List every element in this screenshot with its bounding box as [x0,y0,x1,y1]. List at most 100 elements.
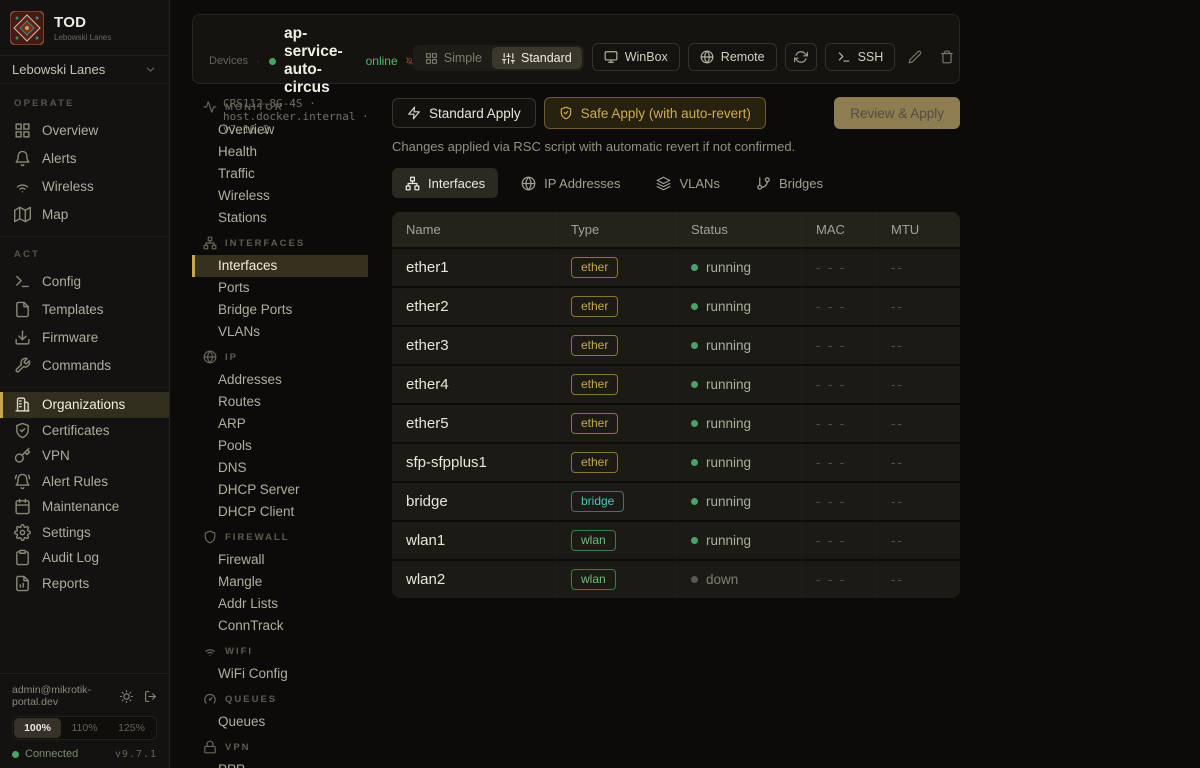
sidebar-item-firmware[interactable]: Firmware [0,323,169,351]
table-header-row: NameTypeStatusMACMTU [392,212,960,247]
sidebar-item-overview[interactable]: Overview [0,116,169,144]
standard-apply-label: Standard Apply [429,106,521,121]
tab-bridges[interactable]: Bridges [743,168,836,198]
sidebar-item-commands[interactable]: Commands [0,351,169,379]
logout-icon[interactable] [144,690,157,703]
sidebar-item-label: Organizations [42,397,125,412]
interface-type-cell: wlan [556,522,676,559]
subnav-item-pools[interactable]: Pools [192,435,392,457]
sidebar-item-maintenance[interactable]: Maintenance [0,494,169,520]
subnav-item-mangle[interactable]: Mangle [192,571,392,593]
status-label: running [706,377,751,392]
subnav-item-dhcp-client[interactable]: DHCP Client [192,501,392,523]
subnav-item-vlans[interactable]: VLANs [192,321,392,343]
breadcrumb[interactable]: Devices [209,55,248,67]
mode-simple-button[interactable]: Simple [415,47,492,69]
mode-standard-button[interactable]: Standard [492,47,582,69]
subnav-item-wireless[interactable]: Wireless [192,185,392,207]
globe-icon [203,350,217,364]
shield-check-icon [559,106,573,120]
standard-apply-button[interactable]: Standard Apply [392,98,536,128]
ssh-button[interactable]: SSH [825,43,896,71]
subnav-item-bridge-ports[interactable]: Bridge Ports [192,299,392,321]
subnav-item-stations[interactable]: Stations [192,207,392,229]
subnav-item-addr-lists[interactable]: Addr Lists [192,593,392,615]
zoom-option-110[interactable]: 110% [61,718,108,738]
sidebar-item-label: Commands [42,358,111,373]
interface-mtu: -- [876,249,960,286]
subnav-item-addresses[interactable]: Addresses [192,369,392,391]
interface-mtu: -- [876,366,960,403]
subnav-item-queues[interactable]: Queues [192,711,392,733]
tab-interfaces[interactable]: Interfaces [392,168,498,198]
subnav-item-wifi-config[interactable]: WiFi Config [192,663,392,685]
sidebar-item-alert-rules[interactable]: Alert Rules [0,469,169,495]
subnav-item-arp[interactable]: ARP [192,413,392,435]
subnav-item-ppp[interactable]: PPP [192,759,392,768]
sidebar-item-reports[interactable]: Reports [0,571,169,597]
table-row-wlan2[interactable]: wlan2wlandown- - --- [392,559,960,598]
sidebar-item-alerts[interactable]: Alerts [0,144,169,172]
shield-icon [203,530,217,544]
subnav-item-interfaces[interactable]: Interfaces [192,255,368,277]
subnav-item-health[interactable]: Health [192,141,392,163]
delete-device-button[interactable] [935,43,959,71]
subnav-section-ip: IP [192,343,392,369]
subnav-item-traffic[interactable]: Traffic [192,163,392,185]
table-row-wlan1[interactable]: wlan1wlanrunning- - --- [392,520,960,559]
table-row-ether4[interactable]: ether4etherrunning- - --- [392,364,960,403]
table-row-sfp-sfpplus1[interactable]: sfp-sfpplus1etherrunning- - --- [392,442,960,481]
ssh-label: SSH [858,50,884,64]
subnav-item-conntrack[interactable]: ConnTrack [192,615,392,637]
interface-mtu: -- [876,405,960,442]
status-label: running [706,299,751,314]
interface-status-cell: down [676,561,801,598]
interface-status-cell: running [676,522,801,559]
ui-zoom-segmented-control: 100%110%125% [12,716,157,740]
review-apply-button[interactable]: Review & Apply [834,97,960,129]
subnav-item-firewall[interactable]: Firewall [192,549,392,571]
subnav-item-ports[interactable]: Ports [192,277,392,299]
subnav-section-interfaces: INTERFACES [192,229,392,255]
sidebar-item-vpn[interactable]: VPN [0,443,169,469]
theme-toggle-sun-icon[interactable] [120,690,133,703]
sidebar-item-certificates[interactable]: Certificates [0,418,169,444]
winbox-button[interactable]: WinBox [592,43,680,71]
tab-label: VLANs [679,176,719,191]
sidebar-item-templates[interactable]: Templates [0,295,169,323]
app-name: TOD [54,14,111,31]
terminal-icon [14,273,31,290]
interface-type-cell: ether [556,405,676,442]
safe-apply-button[interactable]: Safe Apply (with auto-revert) [544,97,766,129]
remote-button[interactable]: Remote [688,43,777,71]
sidebar-item-map[interactable]: Map [0,200,169,228]
table-row-bridge[interactable]: bridgebridgerunning- - --- [392,481,960,520]
notifications-off-icon[interactable] [406,53,413,69]
sidebar-item-audit-log[interactable]: Audit Log [0,545,169,571]
zoom-option-100[interactable]: 100% [14,718,61,738]
tab-ip-addresses[interactable]: IP Addresses [508,168,633,198]
sidebar-item-settings[interactable]: Settings [0,520,169,546]
sidebar-item-wireless[interactable]: Wireless [0,172,169,200]
subnav-item-dns[interactable]: DNS [192,457,392,479]
content-tabs: Interfaces IP Addresses VLANs Bridges [392,168,960,198]
table-row-ether2[interactable]: ether2etherrunning- - --- [392,286,960,325]
org-selector[interactable]: Lebowski Lanes [0,56,169,84]
tab-vlans[interactable]: VLANs [643,168,732,198]
subnav-item-dhcp-server[interactable]: DHCP Server [192,479,392,501]
table-row-ether1[interactable]: ether1etherrunning- - --- [392,247,960,286]
monitor-icon [604,50,618,64]
edit-device-button[interactable] [903,43,927,71]
interface-name: ether3 [392,327,556,364]
subnav-item-overview[interactable]: Overview [192,119,392,141]
table-row-ether3[interactable]: ether3etherrunning- - --- [392,325,960,364]
table-row-ether5[interactable]: ether5etherrunning- - --- [392,403,960,442]
sidebar-item-organizations[interactable]: Organizations [0,392,169,418]
status-label: down [706,572,738,587]
subnav-item-routes[interactable]: Routes [192,391,392,413]
online-badge: online [366,54,398,68]
subnav-section-firewall: FIREWALL [192,523,392,549]
zoom-option-125[interactable]: 125% [108,718,155,738]
sidebar-item-config[interactable]: Config [0,267,169,295]
refresh-button[interactable] [785,43,817,71]
